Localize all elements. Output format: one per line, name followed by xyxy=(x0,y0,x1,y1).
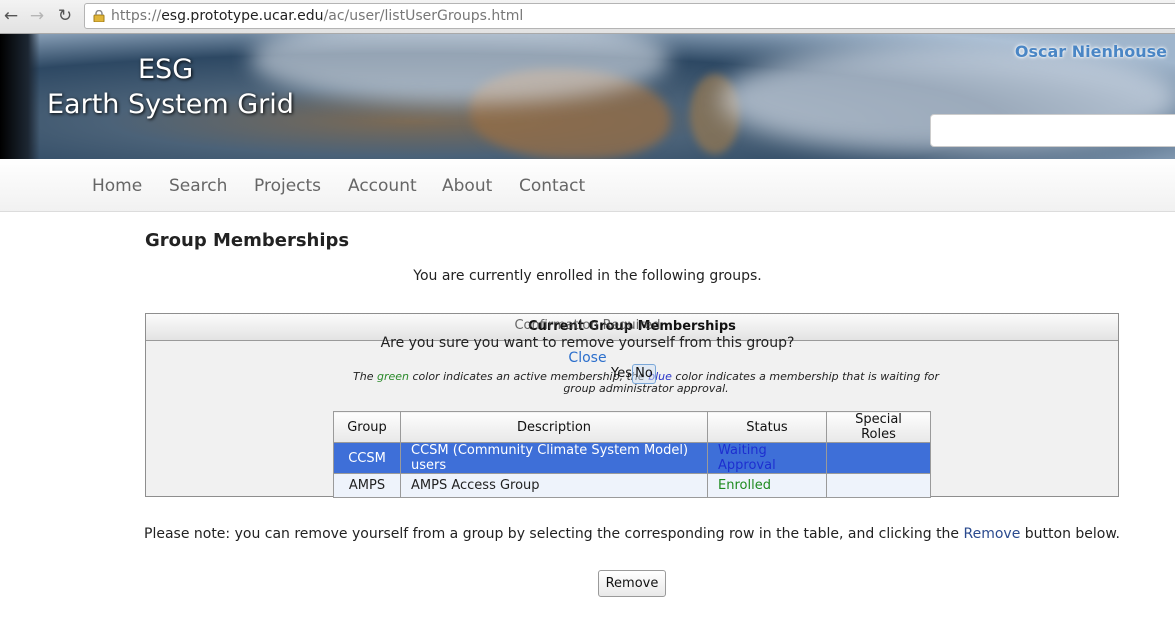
legend-green: green xyxy=(376,370,409,383)
table-header-row: Group Description Status Special Roles xyxy=(333,411,931,443)
site-logo-title: Earth System Grid xyxy=(47,89,294,120)
note-prefix: Please note: you can remove yourself fro… xyxy=(144,526,964,542)
url-text: https://esg.prototype.ucar.edu/ac/user/l… xyxy=(111,8,523,24)
url-scheme: https:// xyxy=(111,8,162,24)
page-title: Group Memberships xyxy=(145,230,350,251)
cell-status[interactable]: Enrolled xyxy=(707,473,827,498)
remove-button[interactable]: Remove xyxy=(598,570,666,597)
cell-roles[interactable] xyxy=(826,442,931,474)
groups-table: Group Description Status Special Roles C… xyxy=(333,411,931,498)
user-name-link[interactable]: Oscar Nienhouse xyxy=(1015,42,1167,61)
cell-roles[interactable] xyxy=(826,473,931,498)
confirm-no-button[interactable]: No xyxy=(632,364,656,384)
nav-account[interactable]: Account xyxy=(348,176,417,196)
cell-group[interactable]: CCSM xyxy=(333,442,401,474)
nav-about[interactable]: About xyxy=(442,176,492,196)
table-row[interactable]: CCSM CCSM (Community Climate System Mode… xyxy=(333,442,931,474)
back-arrow-icon[interactable]: ← xyxy=(2,6,20,26)
cell-group[interactable]: AMPS xyxy=(333,473,401,498)
removal-note: Please note: you can remove yourself fro… xyxy=(0,526,1175,542)
confirm-dialog-title: Confirmation Required xyxy=(514,318,661,333)
note-suffix: button below. xyxy=(1020,526,1120,542)
cell-description[interactable]: AMPS Access Group xyxy=(400,473,708,498)
space-background xyxy=(0,34,40,159)
col-description[interactable]: Description xyxy=(400,411,708,443)
confirm-yes-button[interactable]: Yes xyxy=(611,366,632,381)
legend-prefix: The xyxy=(353,370,377,383)
cell-status[interactable]: Waiting Approval xyxy=(707,442,827,474)
nav-home[interactable]: Home xyxy=(92,176,142,196)
confirm-close-link[interactable]: Close xyxy=(0,350,1175,366)
col-group[interactable]: Group xyxy=(333,411,401,443)
url-path: /ac/user/listUserGroups.html xyxy=(323,8,524,24)
cell-description[interactable]: CCSM (Community Climate System Model) us… xyxy=(400,442,708,474)
site-logo-short: ESG xyxy=(138,54,194,85)
banner-search-input[interactable] xyxy=(930,114,1175,147)
table-row[interactable]: AMPS AMPS Access Group Enrolled xyxy=(333,473,931,498)
nav-search[interactable]: Search xyxy=(169,176,227,196)
nav-projects[interactable]: Projects xyxy=(254,176,321,196)
browser-toolbar: ← → ↻ https://esg.prototype.ucar.edu/ac/… xyxy=(0,0,1175,34)
confirm-question: Are you sure you want to remove yourself… xyxy=(380,335,795,351)
reload-icon[interactable]: ↻ xyxy=(56,6,74,26)
address-bar[interactable]: https://esg.prototype.ucar.edu/ac/user/l… xyxy=(84,3,1175,29)
main-nav: Home Search Projects Account About Conta… xyxy=(0,159,1175,212)
nav-contact[interactable]: Contact xyxy=(519,176,585,196)
col-special-roles[interactable]: Special Roles xyxy=(826,411,931,443)
forward-arrow-icon[interactable]: → xyxy=(28,6,46,26)
lock-icon xyxy=(93,10,105,22)
intro-text: You are currently enrolled in the follow… xyxy=(413,268,762,284)
url-host: esg.prototype.ucar.edu xyxy=(161,8,324,24)
col-status[interactable]: Status xyxy=(707,411,827,443)
note-remove-link[interactable]: Remove xyxy=(964,526,1021,542)
